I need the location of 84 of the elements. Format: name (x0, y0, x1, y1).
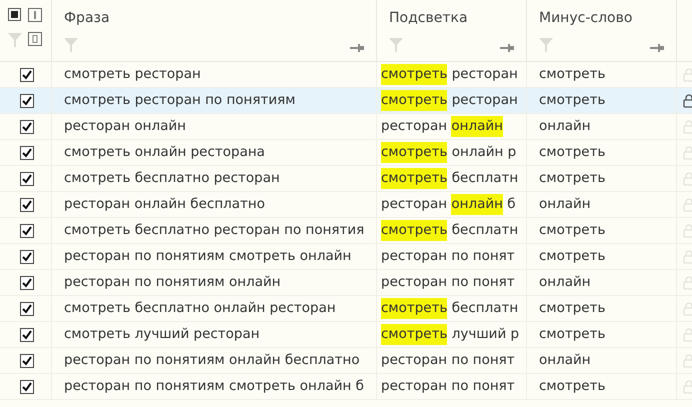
highlight-text: бесплатн (450, 299, 518, 318)
table-cell-text: ресторан по понятиям онлайн бесплатно (64, 351, 360, 370)
highlighted-word: смотреть (381, 90, 448, 111)
highlight-text: б (506, 195, 516, 214)
table-cell-text: смотреть бесплатно онлайн ресторан (64, 299, 336, 318)
highlight-text: бесплатн (450, 169, 518, 188)
table-cell-text: смотреть (539, 91, 606, 110)
pin-icon[interactable] (350, 43, 364, 53)
table-row[interactable]: смотреть ресторан по понятиям смотреть ресторан смотреть (0, 88, 692, 114)
row-checkbox[interactable] (20, 328, 34, 342)
column-header[interactable]: Минус-слово (539, 8, 664, 29)
highlight-text: ресторан по понят (381, 377, 515, 396)
table-cell-text: ресторан по понятиям смотреть онлайн (64, 247, 352, 266)
table-cell-text: смотреть (539, 221, 606, 240)
highlight-text: ресторан по понят (381, 273, 515, 292)
row-checkbox[interactable] (20, 250, 34, 264)
row-checkbox[interactable] (20, 68, 34, 82)
table-cell-text: смотреть (539, 169, 606, 188)
table-row[interactable]: ресторан по понятиям онлайн ресторан по понят онлайн (0, 270, 692, 296)
table-row[interactable]: смотреть бесплатно ресторан по понятия смотреть бесплатн смотреть (0, 218, 692, 244)
table-cell-text: смотреть (539, 143, 606, 162)
table-cell-text: ресторан по понятиям онлайн (64, 273, 281, 292)
row-checkbox[interactable] (20, 94, 34, 108)
row-checkbox[interactable] (20, 146, 34, 160)
lock-icon[interactable] (683, 94, 692, 108)
highlight-text: лучший р (450, 325, 520, 344)
table-cell-text: ресторан онлайн (64, 117, 186, 136)
highlighted-word: смотреть (381, 142, 448, 163)
highlight-text: ресторан по понят (381, 247, 515, 266)
table-cell-text: смотреть (539, 377, 606, 396)
table-cell-text: смотреть онлайн ресторана (64, 143, 265, 162)
table-cell-text: онлайн (539, 351, 591, 370)
highlighted-word: смотреть (381, 64, 448, 85)
row-checkbox[interactable] (20, 380, 34, 394)
table-cell-text: смотреть ресторан по понятиям (64, 91, 296, 110)
table-cell-text: смотреть (539, 65, 606, 84)
highlighted-word: смотреть (381, 220, 448, 241)
highlight-text: онлайн р (450, 143, 516, 162)
table-cell-text: смотреть лучший ресторан (64, 325, 260, 344)
select-all-checkbox[interactable] (8, 8, 21, 21)
row-checkbox[interactable] (20, 172, 34, 186)
column-toggle-icon[interactable] (28, 8, 42, 22)
column-header[interactable]: Подсветка (389, 8, 514, 29)
highlight-text: ресторан (450, 91, 518, 110)
highlighted-word: смотреть (381, 298, 448, 319)
table-cell-text: ресторан по понятиям смотреть онлайн б (64, 377, 364, 396)
table-cell-text: ресторан онлайн бесплатно (64, 195, 265, 214)
table-cell-text: смотреть ресторан (64, 65, 201, 84)
table-cell-text: смотреть бесплатно ресторан (64, 169, 280, 188)
highlighted-word: смотреть (381, 168, 448, 189)
table-row[interactable]: ресторан онлайн бесплатно ресторан онлайн б онлайн (0, 192, 692, 218)
highlighted-word: онлайн (451, 194, 503, 215)
row-checkbox[interactable] (20, 198, 34, 212)
table-row[interactable]: смотреть бесплатно онлайн ресторан смотреть бесплатн смотреть (0, 296, 692, 322)
table-row[interactable]: смотреть онлайн ресторана смотреть онлайн р смотреть (0, 140, 692, 166)
table-cell-text: смотреть (539, 299, 606, 318)
column-header[interactable]: Фраза (64, 8, 364, 29)
table-row[interactable]: ресторан по понятиям смотреть онлайн ресторан по понят смотреть (0, 244, 692, 270)
table-cell-text: смотреть (539, 325, 606, 344)
row-checkbox[interactable] (20, 354, 34, 368)
highlight-text: ресторан по понят (381, 351, 515, 370)
table-row[interactable]: смотреть лучший ресторан смотреть лучший р смотреть (0, 322, 692, 348)
row-checkbox[interactable] (20, 120, 34, 134)
table-cell-text: онлайн (539, 273, 591, 292)
highlighted-word: онлайн (451, 116, 503, 137)
table-cell-text: онлайн (539, 117, 591, 136)
table-row[interactable]: смотреть бесплатно ресторан смотреть бесплатн смотреть (0, 166, 692, 192)
column-toggle-icon[interactable] (28, 32, 42, 46)
table-row[interactable]: ресторан онлайн ресторан онлайн онлайн (0, 114, 692, 140)
table-cell-text: смотреть бесплатно ресторан по понятия (64, 221, 364, 240)
pin-icon[interactable] (500, 43, 514, 53)
pin-icon[interactable] (650, 43, 664, 53)
table-row[interactable]: ресторан по понятиям онлайн бесплатно ресторан по понят онлайн (0, 348, 692, 374)
table-cell-text: смотреть (539, 247, 606, 266)
row-checkbox[interactable] (20, 224, 34, 238)
highlighted-word: смотреть (381, 324, 448, 345)
highlight-text: ресторан (381, 117, 448, 136)
row-checkbox[interactable] (20, 302, 34, 316)
table-row[interactable]: ресторан по понятиям смотреть онлайн б ресторан по понят смотреть (0, 374, 692, 400)
table-cell-text: онлайн (539, 195, 591, 214)
highlight-text: ресторан (450, 65, 518, 84)
highlight-text: ресторан (381, 195, 448, 214)
row-checkbox[interactable] (20, 276, 34, 290)
highlight-text: бесплатн (450, 221, 518, 240)
